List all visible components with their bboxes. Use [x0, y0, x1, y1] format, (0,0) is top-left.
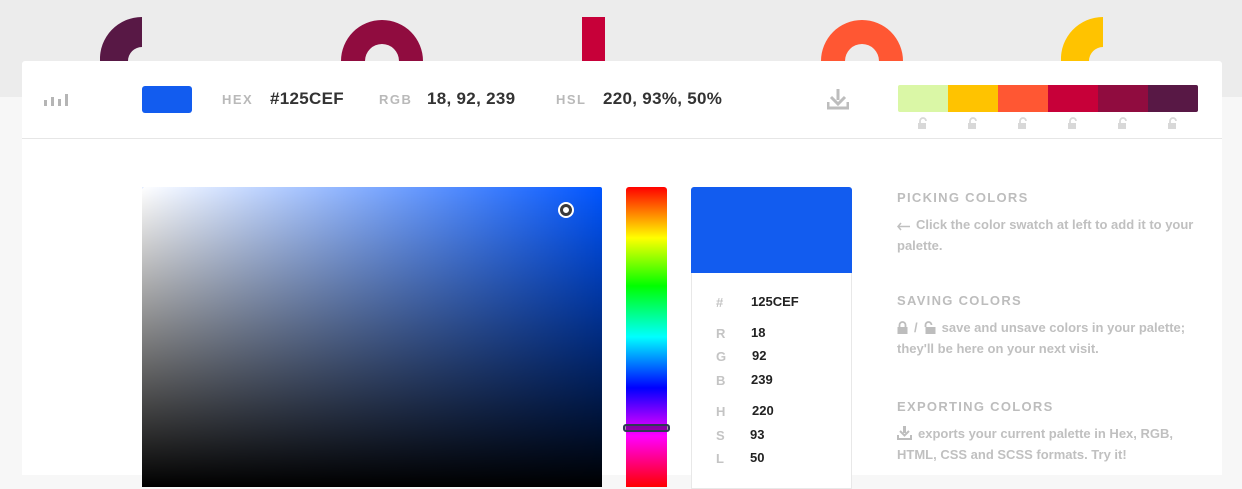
- logo-shape-1: [100, 17, 142, 61]
- palette-locks: [898, 117, 1198, 131]
- b-value: 239: [751, 372, 773, 387]
- unlock-icon: [924, 321, 936, 334]
- hex-label: HEX: [222, 92, 254, 107]
- toolbar: HEX #125CEF RGB 18, 92, 239 HSL 220, 93%…: [22, 61, 1222, 139]
- r-value: 18: [751, 325, 766, 340]
- palette-swatch[interactable]: [1098, 85, 1148, 112]
- saturation-value-field[interactable]: [142, 187, 602, 487]
- exporting-colors-heading: EXPORTING COLORS: [897, 399, 1054, 414]
- rgb-value: 18, 92, 239: [427, 89, 516, 108]
- l-label: L: [716, 451, 724, 466]
- download-icon: [897, 426, 912, 440]
- arrow-left-icon: [897, 222, 910, 231]
- r-label: R: [716, 326, 726, 341]
- hex-code-value: 125CEF: [751, 294, 799, 309]
- color-details-card: # 125CEF R 18 G 92 B 239 H 220 S 93 L 50: [691, 187, 852, 489]
- unlocked-icon[interactable]: [1067, 117, 1079, 130]
- hash-label: #: [716, 295, 724, 310]
- g-value: 92: [752, 348, 767, 363]
- hex-value: #125CEF: [270, 89, 344, 108]
- s-value: 93: [750, 427, 765, 442]
- g-label: G: [716, 349, 727, 364]
- logo-shape-5: [1061, 17, 1103, 61]
- h-label: H: [716, 404, 726, 419]
- picking-colors-heading: PICKING COLORS: [897, 190, 1029, 205]
- logo-shape-2: [341, 20, 423, 61]
- unlocked-icon[interactable]: [917, 117, 929, 130]
- current-color-swatch[interactable]: [142, 86, 192, 113]
- saving-colors-heading: SAVING COLORS: [897, 293, 1023, 308]
- palette-swatch[interactable]: [998, 85, 1048, 112]
- hue-slider[interactable]: [626, 187, 667, 487]
- hue-slider-handle[interactable]: [623, 424, 670, 432]
- logo-shape-3: [582, 17, 605, 61]
- picking-colors-text: Click the color swatch at left to add it…: [897, 217, 1194, 253]
- palette-swatch[interactable]: [1048, 85, 1098, 112]
- exporting-colors-text: exports your current palette in Hex, RGB…: [897, 426, 1174, 462]
- palette-swatch[interactable]: [1148, 85, 1198, 112]
- saved-palette: [898, 85, 1198, 112]
- s-label: S: [716, 428, 725, 443]
- help-picking-colors: PICKING COLORS Click the color swatch at…: [897, 190, 1207, 256]
- color-picker-panel: HEX #125CEF RGB 18, 92, 239 HSL 220, 93%…: [22, 61, 1222, 489]
- help-saving-colors: SAVING COLORS / save and unsave colors in…: [897, 293, 1207, 359]
- unlocked-icon[interactable]: [1017, 117, 1029, 130]
- b-label: B: [716, 373, 726, 388]
- lock-icon: [897, 321, 908, 334]
- logo-shape-4: [821, 20, 903, 61]
- unlocked-icon[interactable]: [967, 117, 979, 130]
- l-value: 50: [750, 450, 765, 465]
- lock-separator: /: [914, 320, 918, 335]
- help-exporting-colors: EXPORTING COLORS exports your current pa…: [897, 399, 1207, 465]
- hsl-value: 220, 93%, 50%: [603, 89, 723, 108]
- saving-colors-text: / save and unsave colors in your palette;…: [897, 320, 1186, 356]
- hsl-label: HSL: [556, 92, 587, 107]
- rgb-label: RGB: [379, 92, 413, 107]
- palette-swatch[interactable]: [948, 85, 998, 112]
- unlocked-icon[interactable]: [1117, 117, 1129, 130]
- unlocked-icon[interactable]: [1167, 117, 1179, 130]
- saturation-value-handle[interactable]: [560, 204, 572, 216]
- palette-swatch[interactable]: [898, 85, 948, 112]
- h-value: 220: [752, 403, 774, 418]
- color-preview-swatch[interactable]: [691, 187, 852, 273]
- bar-chart-icon[interactable]: [44, 92, 70, 106]
- download-icon[interactable]: [827, 88, 849, 110]
